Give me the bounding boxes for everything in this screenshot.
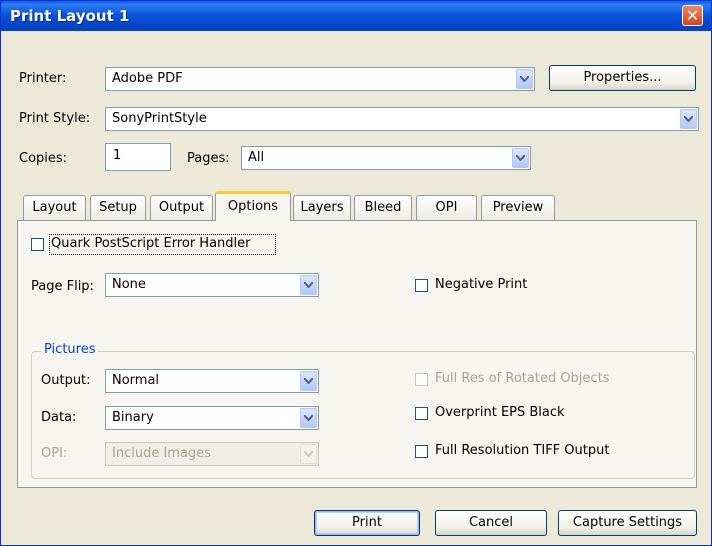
negative-print-label[interactable]: Negative Print bbox=[435, 277, 527, 292]
tab-output[interactable]: Output bbox=[150, 195, 213, 220]
quark-error-handler-checkbox[interactable] bbox=[31, 238, 44, 251]
full-res-tiff-label[interactable]: Full Resolution TIFF Output bbox=[435, 443, 609, 458]
negative-print-checkbox[interactable] bbox=[415, 279, 428, 292]
chevron-down-icon[interactable] bbox=[680, 109, 697, 129]
full-res-rotated-label: Full Res of Rotated Objects bbox=[435, 371, 610, 386]
pictures-opi-select: Include Images bbox=[105, 442, 319, 466]
output-label: Output: bbox=[41, 373, 91, 388]
window-title: Print Layout 1 bbox=[10, 7, 130, 25]
page-flip-select[interactable]: None bbox=[105, 273, 319, 297]
tab-setup[interactable]: Setup bbox=[90, 195, 146, 220]
chevron-down-icon bbox=[300, 444, 317, 464]
printer-select[interactable]: Adobe PDF bbox=[105, 67, 535, 91]
full-res-tiff-checkbox[interactable] bbox=[415, 445, 428, 458]
full-res-rotated-checkbox bbox=[415, 373, 428, 386]
overprint-eps-black-label[interactable]: Overprint EPS Black bbox=[435, 405, 565, 420]
overprint-eps-black-checkbox[interactable] bbox=[415, 407, 428, 420]
printer-value: Adobe PDF bbox=[112, 71, 183, 86]
pages-value: All bbox=[248, 150, 265, 165]
copies-label: Copies: bbox=[19, 151, 68, 166]
quark-error-handler-label[interactable]: Quark PostScript Error Handler bbox=[51, 236, 251, 251]
chevron-down-icon[interactable] bbox=[512, 148, 529, 168]
chevron-down-icon[interactable] bbox=[300, 408, 317, 428]
capture-settings-button[interactable]: Capture Settings bbox=[558, 510, 697, 536]
chevron-down-icon[interactable] bbox=[300, 275, 317, 295]
copies-field[interactable]: 1 bbox=[105, 143, 171, 171]
tab-layers[interactable]: Layers bbox=[293, 195, 351, 220]
copies-value: 1 bbox=[113, 148, 122, 163]
pictures-opi-value: Include Images bbox=[112, 446, 211, 461]
chevron-down-icon[interactable] bbox=[300, 371, 317, 391]
page-flip-label: Page Flip: bbox=[31, 279, 94, 294]
pictures-output-select[interactable]: Normal bbox=[105, 369, 319, 393]
pictures-group-title: Pictures bbox=[41, 342, 99, 357]
tab-layout[interactable]: Layout bbox=[23, 195, 86, 220]
pictures-output-value: Normal bbox=[112, 373, 160, 388]
opi-label: OPI: bbox=[41, 446, 68, 461]
printer-label: Printer: bbox=[19, 71, 67, 86]
print-style-label: Print Style: bbox=[19, 111, 91, 126]
tab-bleed[interactable]: Bleed bbox=[354, 195, 412, 220]
pages-select[interactable]: All bbox=[241, 146, 531, 170]
cancel-button[interactable]: Cancel bbox=[435, 510, 547, 536]
pictures-data-value: Binary bbox=[112, 410, 154, 425]
page-flip-value: None bbox=[112, 277, 146, 292]
tab-opi[interactable]: OPI bbox=[416, 195, 477, 220]
pages-label: Pages: bbox=[187, 151, 230, 166]
data-label: Data: bbox=[41, 410, 77, 425]
tab-options[interactable]: Options bbox=[215, 191, 291, 221]
tab-preview[interactable]: Preview bbox=[481, 195, 555, 220]
print-layout-dialog: Print Layout 1 ✕ Printer: Adobe PDF Prop… bbox=[0, 0, 712, 546]
chevron-down-icon[interactable] bbox=[516, 69, 533, 89]
pictures-data-select[interactable]: Binary bbox=[105, 406, 319, 430]
title-bar[interactable]: Print Layout 1 ✕ bbox=[1, 1, 711, 31]
print-button[interactable]: Print bbox=[314, 510, 420, 536]
print-style-value: SonyPrintStyle bbox=[112, 111, 207, 126]
close-icon[interactable]: ✕ bbox=[682, 5, 703, 26]
print-style-select[interactable]: SonyPrintStyle bbox=[105, 107, 699, 131]
properties-button[interactable]: Properties... bbox=[549, 65, 696, 91]
